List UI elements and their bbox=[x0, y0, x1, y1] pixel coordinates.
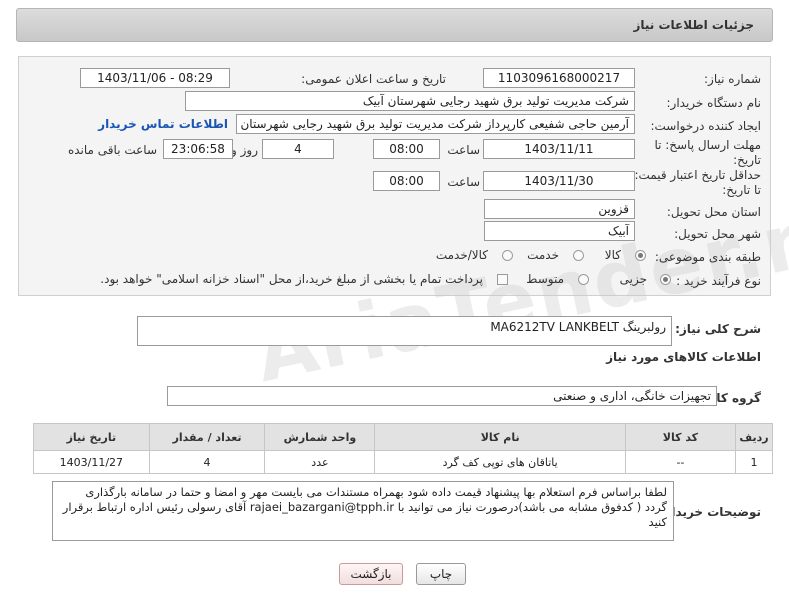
reply-days-field: 4 bbox=[262, 139, 334, 159]
process-radio-medium[interactable] bbox=[578, 274, 589, 285]
category-option-service: خدمت bbox=[527, 248, 559, 262]
process-radio-minor[interactable] bbox=[660, 274, 671, 285]
need-number-label: شماره نیاز: bbox=[704, 72, 761, 86]
back-button[interactable]: بازگشت bbox=[339, 563, 403, 585]
col-quantity: تعداد / مقدار bbox=[148, 423, 266, 451]
announce-datetime-label: تاریخ و ساعت اعلان عمومی: bbox=[301, 72, 446, 86]
category-radio-goods[interactable] bbox=[635, 250, 646, 261]
cell-goods-code: -- bbox=[624, 450, 736, 474]
description-field: رولبرینگ MA6212TV LANKBELT bbox=[137, 316, 672, 346]
province-label: استان محل تحویل: bbox=[666, 205, 761, 219]
buyer-notes-label: توضیحات خریدار: bbox=[659, 505, 761, 519]
announce-datetime-field: 1403/11/06 - 08:29 bbox=[80, 68, 230, 88]
reply-deadline-time-label: ساعت bbox=[447, 143, 480, 157]
col-need-date: تاریخ نیاز bbox=[33, 423, 150, 451]
remaining-time-field: 23:06:58 bbox=[163, 139, 233, 159]
page-title-bar: جزئیات اطلاعات نیاز bbox=[16, 8, 773, 42]
col-goods-code: کد کالا bbox=[624, 423, 736, 451]
price-validity-time-label: ساعت bbox=[447, 175, 480, 189]
city-label: شهر محل تحویل: bbox=[674, 227, 761, 241]
goods-info-title: اطلاعات کالاهای مورد نیاز bbox=[606, 350, 761, 364]
goods-group-field: تجهیزات خانگی، اداری و صنعتی bbox=[167, 386, 717, 406]
price-validity-time: 08:00 bbox=[373, 171, 440, 191]
process-type-label: نوع فرآیند خرید : bbox=[676, 274, 761, 288]
buyer-org-field: شرکت مدیریت تولید برق شهید رجایی شهرستان… bbox=[185, 91, 635, 111]
cell-row-number: 1 bbox=[734, 450, 774, 474]
reply-deadline-label: مهلت ارسال پاسخ: تا تاریخ: bbox=[654, 138, 761, 167]
requester-label: ایجاد کننده درخواست: bbox=[650, 119, 761, 133]
category-radio-goods-service[interactable] bbox=[502, 250, 513, 261]
need-number-field: 1103096168000217 bbox=[483, 68, 635, 88]
category-option-goods-service: کالا/خدمت bbox=[435, 248, 488, 262]
buyer-contact-link[interactable]: اطلاعات تماس خریدار bbox=[98, 117, 228, 131]
reply-deadline-date: 1403/11/11 bbox=[483, 139, 635, 159]
cell-goods-name: یاتاقان های توپی کف گرد bbox=[374, 450, 626, 474]
buyer-notes-field: لطفا براساس فرم استعلام بها پیشنهاد قیمت… bbox=[52, 481, 674, 541]
category-radio-service[interactable] bbox=[573, 250, 584, 261]
process-option-minor: جزیی bbox=[619, 272, 647, 286]
goods-table-header: ردیف کد کالا نام کالا واحد شمارش تعداد /… bbox=[33, 423, 774, 451]
print-button[interactable]: چاپ bbox=[416, 563, 466, 585]
requester-field: آرمین حاجی شفیعی کارپرداز شرکت مدیریت تو… bbox=[236, 114, 635, 134]
treasury-payment-note: پرداخت تمام یا بخشی از مبلغ خرید،از محل … bbox=[100, 272, 483, 286]
page-title: جزئیات اطلاعات نیاز bbox=[633, 18, 754, 32]
price-validity-date: 1403/11/30 bbox=[483, 171, 635, 191]
price-validity-label: حداقل تاریخ اعتبار قیمت: تا تاریخ: bbox=[634, 168, 761, 197]
table-row: 1 -- یاتاقان های توپی کف گرد عدد 4 1403/… bbox=[33, 450, 774, 474]
category-label: طبقه بندی موضوعی: bbox=[654, 250, 761, 264]
city-field: آبیک bbox=[484, 221, 635, 241]
buyer-org-label: نام دستگاه خریدار: bbox=[666, 96, 762, 110]
reply-days-label: روز و bbox=[231, 143, 258, 157]
cell-quantity: 4 bbox=[148, 450, 266, 474]
remaining-time-label: ساعت باقی مانده bbox=[67, 143, 157, 157]
description-label: شرح کلی نیاز: bbox=[675, 322, 761, 336]
process-option-medium: متوسط bbox=[526, 272, 564, 286]
col-row-number: ردیف bbox=[734, 423, 774, 451]
col-goods-name: نام کالا bbox=[374, 423, 626, 451]
treasury-payment-checkbox[interactable] bbox=[497, 274, 508, 285]
cell-unit: عدد bbox=[264, 450, 376, 474]
cell-need-date: 1403/11/27 bbox=[33, 450, 150, 474]
goods-table: ردیف کد کالا نام کالا واحد شمارش تعداد /… bbox=[33, 423, 774, 474]
province-field: قزوین bbox=[484, 199, 635, 219]
col-unit: واحد شمارش bbox=[264, 423, 376, 451]
category-option-goods: کالا bbox=[604, 248, 621, 262]
reply-deadline-time: 08:00 bbox=[373, 139, 440, 159]
